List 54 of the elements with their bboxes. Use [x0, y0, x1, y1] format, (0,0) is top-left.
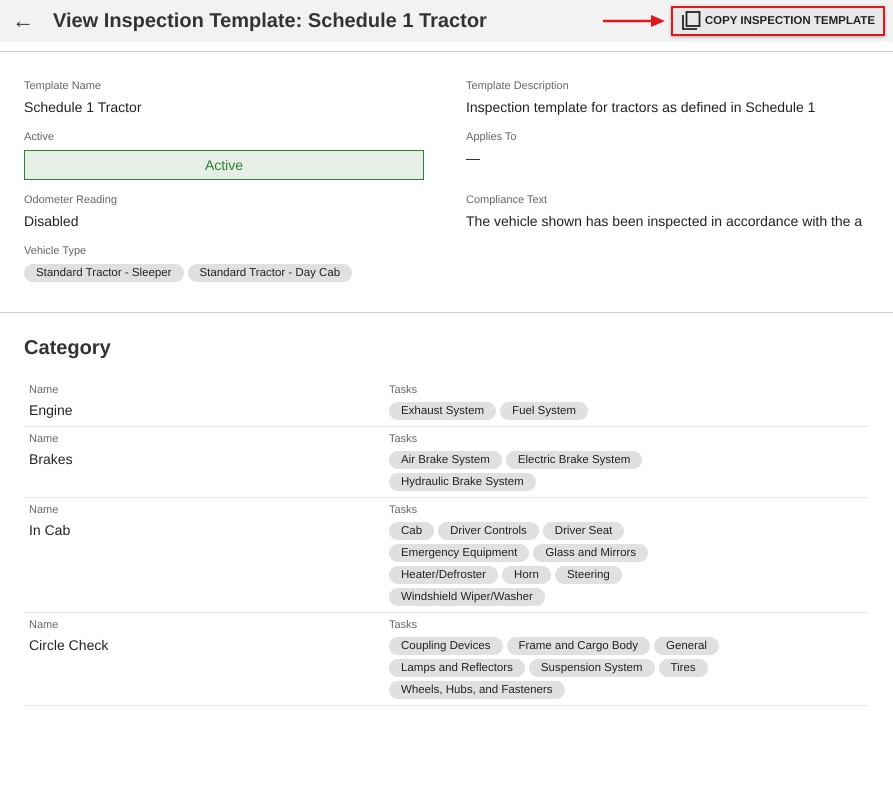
task-chip: Driver Seat: [542, 522, 624, 540]
task-chip: Suspension System: [528, 659, 655, 677]
field-value: —: [466, 150, 481, 168]
field-value: The vehicle shown has been inspected in accordance with the a: [466, 213, 864, 231]
task-chip: Wheels, Hubs, and Fasteners: [389, 681, 564, 699]
task-chip: Frame and Cargo Body: [506, 637, 650, 655]
category-name: Brakes: [29, 451, 74, 469]
column-label: Tasks: [389, 504, 418, 516]
task-chip: Windshield Wiper/Washer: [389, 588, 545, 606]
task-chip: Cab: [389, 522, 434, 540]
copy-template-button[interactable]: COPY INSPECTION TEMPLATE: [670, 6, 885, 36]
task-chip: Emergency Equipment: [389, 544, 530, 562]
column-label: Name: [29, 504, 60, 516]
copy-icon: [680, 11, 701, 31]
column-label: Name: [29, 433, 60, 445]
field-value: Schedule 1 Tractor: [24, 99, 143, 117]
task-chip: Tires: [658, 659, 708, 677]
task-chip: Lamps and Reflectors: [389, 659, 525, 677]
back-button[interactable]: ←: [8, 8, 36, 34]
field-value: Disabled: [24, 213, 80, 231]
task-chip: Exhaust System: [389, 402, 496, 420]
task-chip: Hydraulic Brake System: [389, 473, 536, 491]
field-label: Odometer Reading: [24, 194, 118, 206]
field-label: Template Description: [466, 80, 570, 92]
column-label: Name: [29, 619, 60, 631]
column-label: Tasks: [389, 384, 418, 396]
status-indicator: Active: [24, 150, 424, 180]
task-chip: Fuel System: [500, 402, 588, 420]
task-chip: Steering: [554, 566, 622, 584]
task-chip: Glass and Mirrors: [533, 544, 648, 562]
annotation-arrow: [602, 14, 665, 28]
column-label: Name: [29, 384, 60, 396]
field-label: Vehicle Type: [24, 245, 88, 257]
task-chip: Driver Controls: [438, 522, 539, 540]
field-label: Compliance Text: [466, 194, 548, 206]
field-value: Inspection template for tractors as defined in Schedule 1: [466, 99, 816, 117]
task-chip: Electric Brake System: [506, 451, 642, 469]
field-label: Template Name: [24, 80, 102, 92]
vehicle-type-chip: Standard Tractor - Sleeper: [24, 264, 184, 282]
section-heading: Category: [24, 337, 112, 360]
task-chip: General: [654, 637, 719, 655]
column-label: Tasks: [389, 619, 418, 631]
field-label: Active: [24, 131, 55, 143]
category-name: Engine: [29, 402, 74, 420]
vehicle-type-chip: Standard Tractor - Day Cab: [188, 264, 352, 282]
category-name: Circle Check: [29, 637, 110, 655]
page-title: View Inspection Template: Schedule 1 Tractor: [53, 10, 488, 32]
task-chip: Air Brake System: [389, 451, 502, 469]
task-chip: Coupling Devices: [389, 637, 502, 655]
column-label: Tasks: [389, 433, 418, 445]
category-name: In Cab: [29, 522, 72, 540]
field-label: Applies To: [466, 131, 518, 143]
task-chip: Heater/Defroster: [389, 566, 498, 584]
task-chip: Horn: [502, 566, 551, 584]
